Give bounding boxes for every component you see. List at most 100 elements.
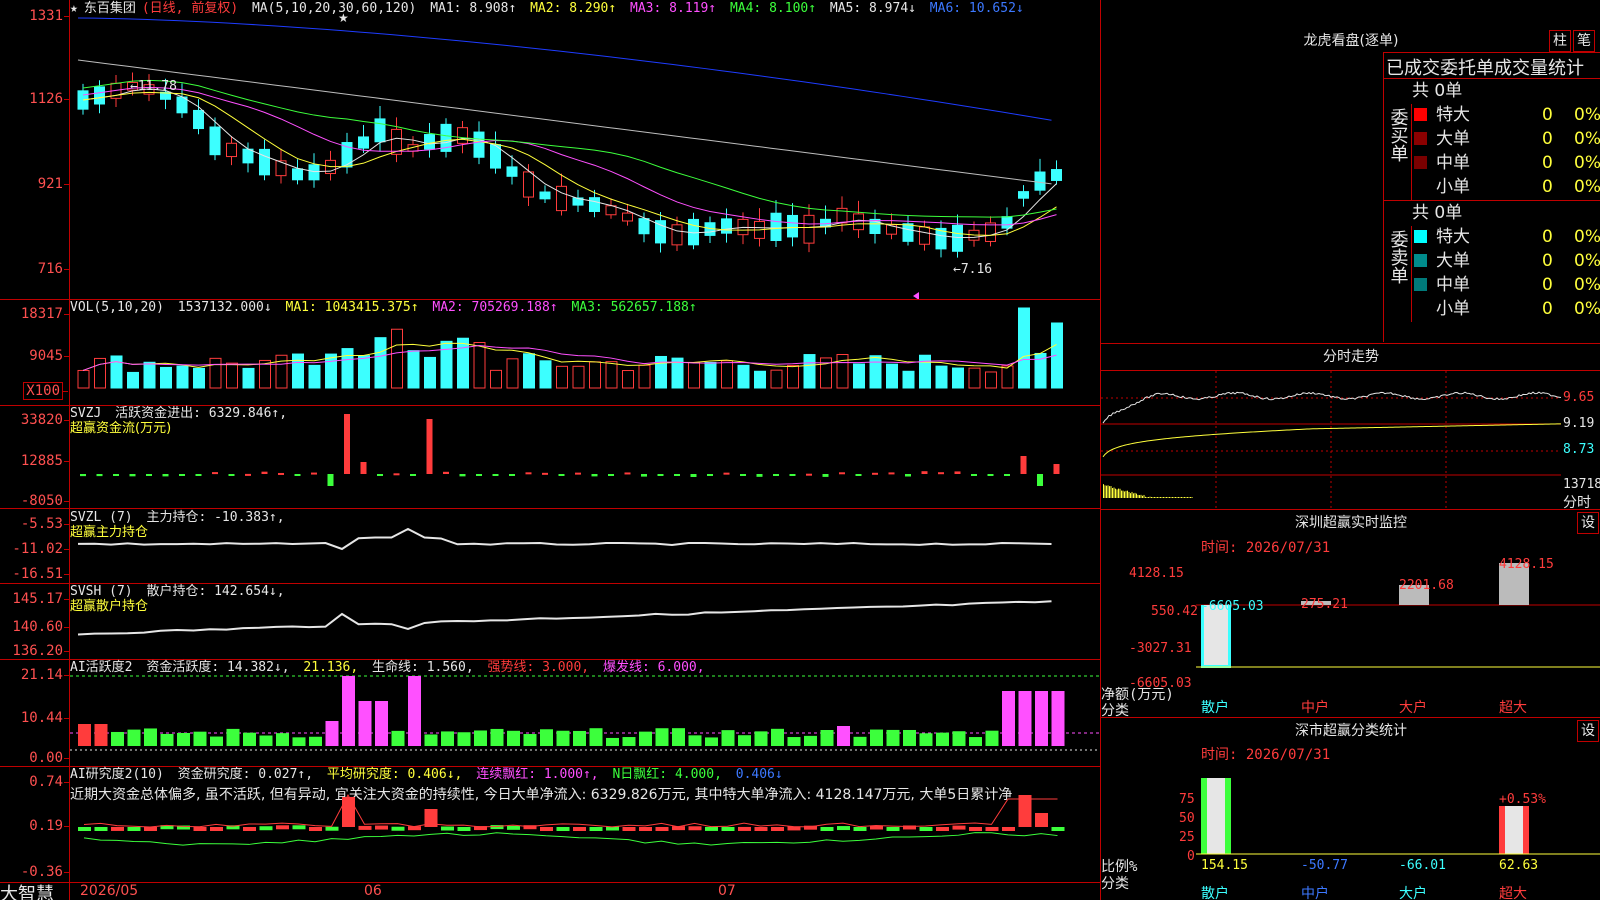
intraday-vol-bar: [1160, 497, 1161, 498]
sz-class-settings-button[interactable]: 设: [1577, 720, 1599, 742]
sz-monitor-settings-button[interactable]: 设: [1577, 512, 1599, 534]
volume-bar: [1001, 365, 1014, 389]
sz-class-chart[interactable]: [1101, 760, 1600, 900]
cursor-marker-icon: [913, 292, 919, 299]
ai-research-bar: [936, 827, 949, 831]
candle-body: [457, 127, 468, 144]
candlestick-chart[interactable]: ←11.78 ←7.16 ★: [70, 0, 1100, 299]
candle-body: [473, 131, 485, 158]
svzj-label-mid: 12885: [20, 453, 70, 469]
intraday-vol-bar: [1110, 486, 1112, 498]
candle-body: [374, 118, 386, 143]
brand-logo: 大智慧: [0, 884, 54, 900]
volume-bar: [358, 355, 370, 389]
candle-body: [638, 218, 650, 235]
sell-medium-name: 中单: [1436, 275, 1470, 295]
volume-bar: [440, 340, 453, 389]
low-marker: ←7.16: [953, 262, 992, 277]
ai-research-bar: [853, 827, 867, 831]
ai-active-bar: [457, 732, 471, 746]
intraday-chart[interactable]: [1101, 371, 1561, 509]
svzj-bar: [987, 474, 994, 476]
svsh-chart[interactable]: [70, 584, 1100, 659]
volume-bars: [77, 307, 1063, 389]
volume-bar: [77, 369, 90, 389]
ai-research-bar: [589, 827, 603, 831]
ai-active-bar: [1018, 691, 1032, 746]
tab-pen[interactable]: 笔: [1573, 30, 1595, 52]
svzj-bar: [96, 474, 103, 477]
svzj-bar: [195, 474, 202, 476]
ai-research-label-top: 0.74: [29, 774, 69, 790]
svzj-bar: [657, 474, 664, 476]
volume-bar: [721, 360, 733, 389]
ai-active-bar: [144, 728, 157, 746]
buy-super-count: 0: [1542, 105, 1553, 125]
svzl-line: [77, 527, 1052, 551]
ai-research-bar: [556, 827, 570, 831]
ai-active-bar: [94, 724, 108, 746]
volume-bar: [341, 348, 354, 389]
volume-bar: [919, 354, 931, 389]
candle-body: [787, 214, 798, 238]
ai-active-chart[interactable]: [70, 660, 1100, 766]
sz-monitor-cat2: 大户: [1399, 700, 1427, 716]
sz-class-y2: 25: [1179, 830, 1195, 845]
ai-research-bar: [754, 827, 768, 831]
ai-active-bar: [936, 732, 949, 746]
intraday-vol-bar: [1136, 493, 1137, 498]
intraday-price-line: [1102, 391, 1561, 424]
high-marker: ←11.78: [130, 79, 177, 94]
intraday-vol-bar: [1163, 497, 1164, 498]
intraday-vol-bar: [1157, 497, 1158, 498]
svsh-label-top: 145.17: [12, 591, 69, 607]
ai-research-bar: [457, 827, 471, 831]
vol-unit-label[interactable]: X100: [23, 382, 68, 400]
volume-bar: [127, 371, 139, 389]
volume-bar: [968, 367, 981, 389]
ai-active-bar: [490, 728, 504, 746]
intraday-vol-bar: [1152, 497, 1154, 498]
sz-monitor-y0: 4128.15: [1129, 566, 1184, 581]
buy-total: 共 0单: [1412, 81, 1463, 101]
intraday-vol-bar: [1148, 497, 1149, 498]
volume-bar: [325, 353, 337, 389]
intraday-vol-bar: [1184, 497, 1185, 498]
sz-class-top-sep: [1101, 717, 1600, 718]
ai-active-bar: [639, 731, 652, 746]
ai-research-bar: [655, 827, 669, 831]
ai-research-bar: [919, 827, 933, 831]
sell-row-super: 特大 0 0%: [1412, 225, 1600, 249]
volume-bar: [853, 363, 865, 389]
volume-bar: [770, 369, 783, 389]
svzj-label-top: 33820: [20, 412, 70, 428]
tiger-title: 龙虎看盘(逐单): [1303, 33, 1399, 49]
svzj-bar: [1053, 464, 1060, 474]
ai-research-bar: [78, 827, 91, 831]
candle-body: [671, 224, 683, 246]
intraday-vol-bar: [1128, 491, 1130, 498]
ai-research-bar: [276, 825, 289, 830]
tab-column[interactable]: 柱: [1549, 30, 1571, 52]
svzj-bar: [822, 474, 829, 477]
sz-class-y3: 0: [1187, 849, 1195, 864]
price-label-top: 1331: [29, 8, 69, 24]
intraday-vol-bar: [1124, 491, 1125, 498]
intraday-vol-bar: [1166, 497, 1167, 498]
ai-research-label-bottom: -0.36: [20, 864, 70, 880]
ai-active-bar: [540, 729, 553, 746]
intraday-vol-bar: [1151, 497, 1152, 498]
sz-monitor-bars: [1196, 563, 1600, 668]
svzj-chart[interactable]: [70, 406, 1100, 508]
intraday-vol-bar: [1143, 494, 1145, 498]
ai-active-bar: [259, 735, 273, 746]
intraday-vol-bar: [1133, 493, 1134, 498]
ai-research-chart[interactable]: [70, 767, 1100, 882]
sz-monitor-cat1: 中户: [1301, 700, 1329, 716]
ai-active-bar: [754, 731, 768, 746]
svzl-chart[interactable]: [70, 509, 1100, 583]
svzj-bar: [327, 474, 334, 486]
volume-chart[interactable]: [70, 300, 1100, 405]
svzj-bar: [129, 474, 136, 477]
sz-class-y1: 50: [1179, 811, 1195, 826]
